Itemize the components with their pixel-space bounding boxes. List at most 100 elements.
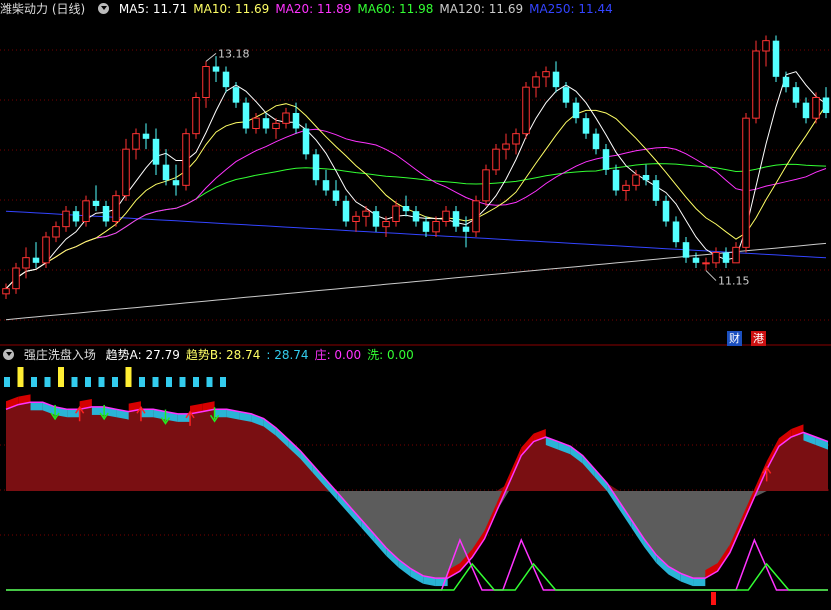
candle-body — [522, 86, 530, 135]
candle-body — [242, 102, 250, 129]
candle-body — [642, 175, 650, 181]
candle-body — [812, 97, 820, 119]
candle-body — [332, 190, 340, 201]
candle-body — [222, 71, 230, 88]
signal-bar — [85, 377, 91, 387]
candle-body — [462, 226, 470, 232]
candle-body — [172, 180, 180, 186]
candle-body — [652, 180, 660, 201]
candle-body — [62, 210, 70, 228]
signal-bar — [206, 377, 213, 387]
ma-legend-item-3: MA60: 11.98 — [357, 2, 434, 16]
candle-body — [372, 211, 380, 227]
candle-body — [152, 138, 160, 165]
candle-body — [252, 117, 260, 129]
candle-body — [582, 118, 590, 134]
trend-area-negative — [6, 491, 828, 579]
signal-bar — [193, 377, 199, 387]
annotation-label: 13.18 — [218, 47, 250, 60]
signal-bar — [98, 377, 105, 387]
indicator-legend-item-0: 趋势A: 27.79 — [105, 348, 180, 362]
signal-bar — [112, 377, 118, 387]
annotation-leader — [205, 52, 217, 62]
candle-body — [702, 262, 710, 265]
candle-body — [672, 221, 680, 243]
candle-body — [22, 257, 30, 269]
ma-legend-item-0: MA5: 11.71 — [118, 2, 188, 16]
candle-body — [2, 288, 10, 295]
candle-body — [192, 97, 200, 135]
candle-body — [502, 143, 510, 150]
signal-bar — [71, 377, 78, 387]
candle-body — [392, 205, 400, 222]
signal-bar — [179, 377, 186, 387]
candle-body — [12, 267, 20, 290]
candle-body — [512, 133, 520, 145]
candle-body — [442, 210, 450, 223]
candle-body — [722, 252, 730, 263]
annotation-leader — [705, 270, 717, 281]
candle-body — [82, 200, 90, 222]
candle-body — [622, 184, 630, 191]
candle-body — [472, 200, 480, 233]
indicator-legend-item-4: 洗: 0.00 — [367, 348, 414, 362]
signal-bar — [58, 367, 64, 387]
badge-finance[interactable]: 财 — [727, 331, 742, 346]
candle-body — [782, 76, 790, 88]
indicator-legend-item-1: 趋势B: 28.74 — [185, 348, 261, 362]
candle-body — [382, 221, 390, 228]
buy-marker — [711, 592, 716, 605]
candle-body — [132, 133, 140, 150]
candle-body — [162, 164, 170, 181]
chart-canvas: 13.18 11.15 — [0, 35, 831, 605]
signal-bar — [31, 377, 37, 387]
candle-body — [662, 200, 670, 222]
candle-body — [92, 200, 100, 206]
candle-body — [122, 148, 130, 197]
candle-body — [492, 148, 500, 171]
signal-bar — [4, 377, 10, 387]
candle-body — [112, 195, 120, 223]
candle-body — [772, 40, 780, 77]
candle-body — [792, 87, 800, 103]
candle-body — [822, 97, 830, 113]
candle-body — [272, 122, 280, 130]
indicator-legend: 强庄洗盘入场 趋势A: 27.79 趋势B: 28.74: 28.74 庄: 0.0… — [0, 346, 426, 364]
candle-body — [632, 174, 640, 186]
candle-body — [712, 252, 720, 264]
candle-body — [732, 246, 740, 264]
indicator-legend-item-2: : 28.74 — [266, 348, 309, 362]
candle-body — [292, 113, 300, 129]
trend-band — [214, 409, 227, 418]
candle-body — [762, 40, 770, 52]
candle-body — [602, 149, 610, 170]
signal-bar — [44, 377, 51, 387]
trend-area-positive — [6, 402, 828, 491]
candle-body — [572, 102, 580, 119]
candle-body — [692, 257, 700, 263]
candle-body — [562, 87, 570, 103]
candle-body — [182, 133, 190, 186]
candle-body — [212, 66, 220, 72]
candle-body — [72, 211, 80, 222]
legend-dropdown-icon[interactable] — [98, 3, 110, 14]
candle-body — [422, 221, 430, 232]
main-legend: 潍柴动力 (日线) MA5: 11.71 MA10: 11.69 MA20: 11.… — [0, 0, 625, 18]
badge-hk[interactable]: 港 — [751, 331, 766, 346]
candle-body — [802, 102, 810, 119]
candle-body — [552, 71, 560, 88]
ma-legend-item-1: MA10: 11.69 — [193, 2, 270, 16]
signal-bar — [152, 377, 159, 387]
indicator-dropdown-icon[interactable] — [3, 349, 14, 360]
signal-bar — [125, 367, 132, 387]
candle-body — [342, 200, 350, 222]
candle-body — [412, 211, 420, 222]
stock-title: 潍柴动力 (日线) — [0, 2, 86, 16]
candle-body — [592, 133, 600, 150]
candle-body — [262, 118, 270, 129]
candle-body — [322, 180, 330, 191]
candle-body — [532, 76, 540, 88]
candle-body — [302, 128, 310, 155]
candle-body — [542, 71, 550, 78]
candle-body — [312, 154, 320, 181]
